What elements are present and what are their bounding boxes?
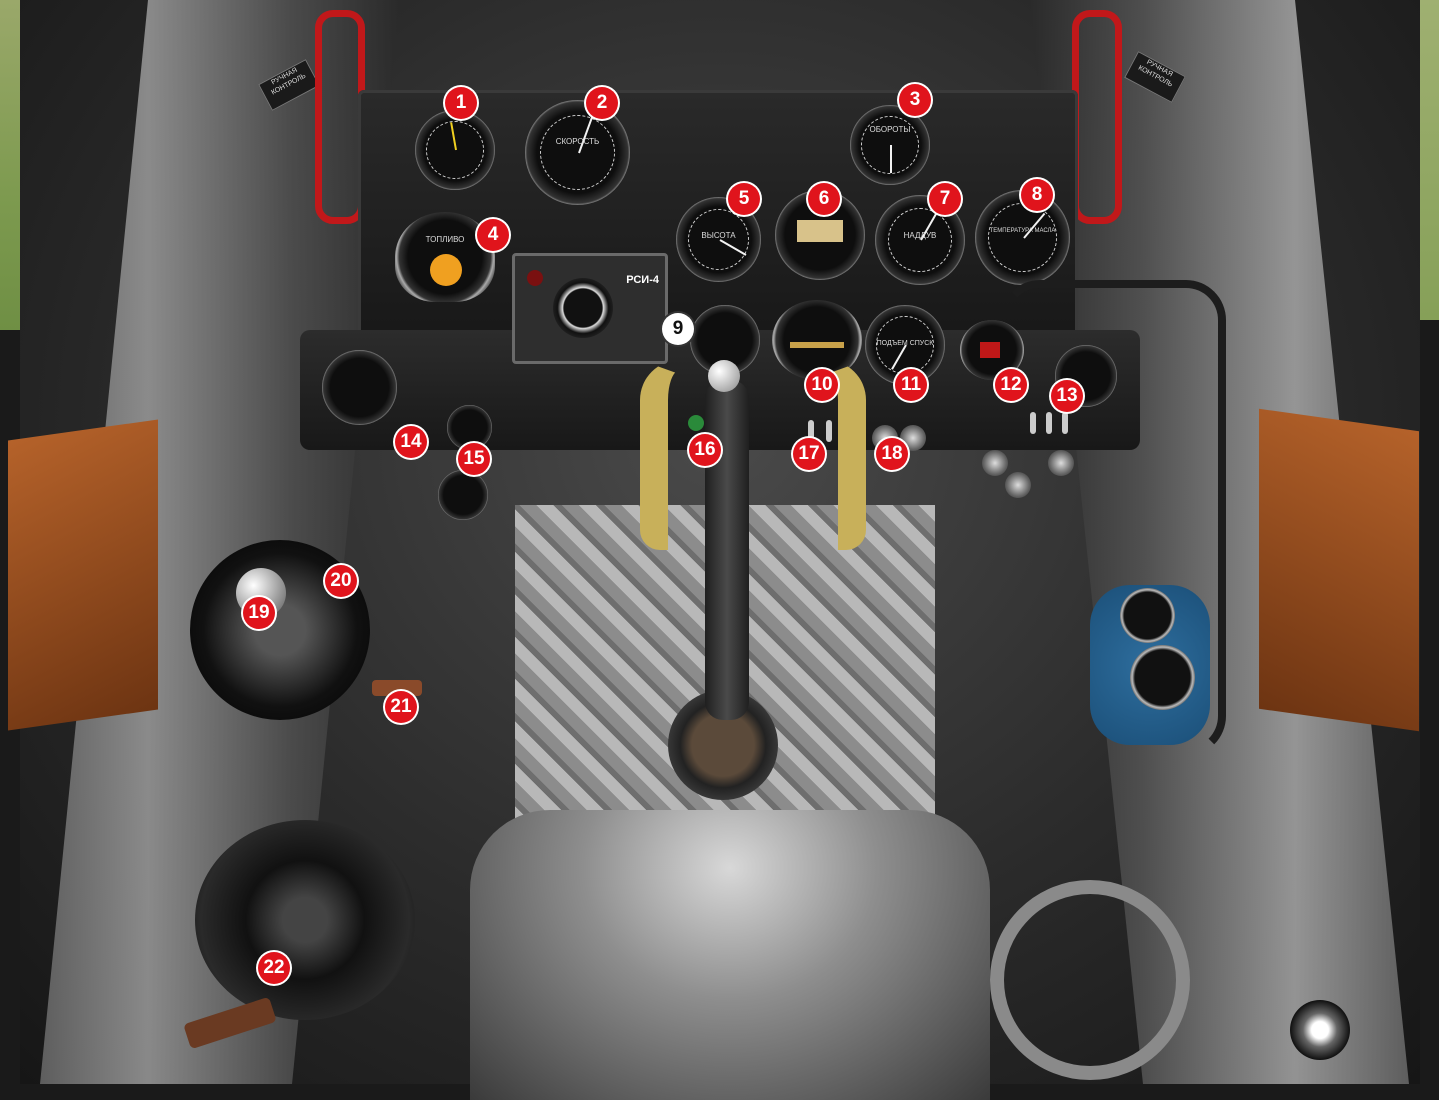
callout-marker: 9 — [662, 313, 694, 345]
oil-temperature-gauge[interactable]: ТЕМПЕРАТУРА МАСЛА — [975, 190, 1070, 285]
callout-marker: 15 — [458, 443, 490, 475]
stick-grip-knob[interactable] — [708, 360, 740, 392]
radio-compass-unit[interactable]: РСИ-4 — [512, 253, 668, 364]
cockpit-scene: РУЧНАЯ КОНТРОЛЬ РУЧНАЯ КОНТРОЛЬ СКОРОСТЬ… — [0, 0, 1439, 1100]
callout-marker: 1 — [445, 87, 477, 119]
callout-marker: 18 — [876, 438, 908, 470]
oxygen-hose — [1000, 280, 1226, 756]
callout-marker: 14 — [395, 426, 427, 458]
fuel-label: ТОПЛИВО — [425, 235, 465, 245]
callout-marker: 17 — [793, 438, 825, 470]
trim-wheel[interactable] — [195, 820, 415, 1020]
airspeed-label: СКОРОСТЬ — [555, 136, 600, 146]
altimeter-label: ВЫСОТА — [701, 231, 736, 240]
callout-marker: 19 — [243, 597, 275, 629]
callout-marker: 12 — [995, 369, 1027, 401]
canopy-crank-wheel[interactable] — [990, 880, 1190, 1080]
fuel-indicator-disc — [430, 254, 462, 286]
red-indicator — [980, 342, 1000, 358]
small-clock-gauge[interactable] — [438, 470, 488, 520]
clock-gauge[interactable] — [415, 110, 495, 190]
callout-marker: 10 — [806, 369, 838, 401]
wood-panel-left — [8, 419, 158, 731]
wood-panel-right — [1259, 408, 1419, 732]
airspeed-indicator[interactable]: СКОРОСТЬ — [525, 100, 630, 205]
callout-marker: 3 — [899, 84, 931, 116]
left-side-gauge[interactable] — [322, 350, 397, 425]
callout-marker: 5 — [728, 183, 760, 215]
radio-indicator-lamp — [527, 270, 543, 286]
callout-marker: 4 — [477, 219, 509, 251]
radio-tuning-dial[interactable] — [553, 278, 613, 338]
callout-marker: 16 — [689, 434, 721, 466]
radio-label: РСИ-4 — [626, 274, 659, 286]
callout-marker: 21 — [385, 691, 417, 723]
oxygen-valve-knob[interactable] — [1290, 1000, 1350, 1060]
callout-marker: 20 — [325, 565, 357, 597]
compass-card — [797, 220, 843, 242]
climb-label: ПОДЪЕМ СПУСК — [876, 340, 934, 348]
temperature-label: ТЕМПЕРАТУРА МАСЛА — [989, 228, 1056, 234]
pilot-seat — [470, 810, 990, 1100]
tachometer-label: ОБОРОТЫ — [869, 125, 911, 134]
callout-marker: 22 — [258, 952, 290, 984]
callout-marker: 8 — [1021, 179, 1053, 211]
canopy-handle-right[interactable] — [1072, 10, 1122, 224]
tachometer-gauge[interactable]: ОБОРОТЫ — [850, 105, 930, 185]
callout-marker: 7 — [929, 183, 961, 215]
callout-marker: 11 — [895, 369, 927, 401]
manifold-label: НАДДУВ — [903, 231, 937, 240]
callout-marker: 13 — [1051, 380, 1083, 412]
callout-marker: 2 — [586, 87, 618, 119]
horizon-bar — [790, 342, 844, 348]
callout-marker: 6 — [808, 183, 840, 215]
